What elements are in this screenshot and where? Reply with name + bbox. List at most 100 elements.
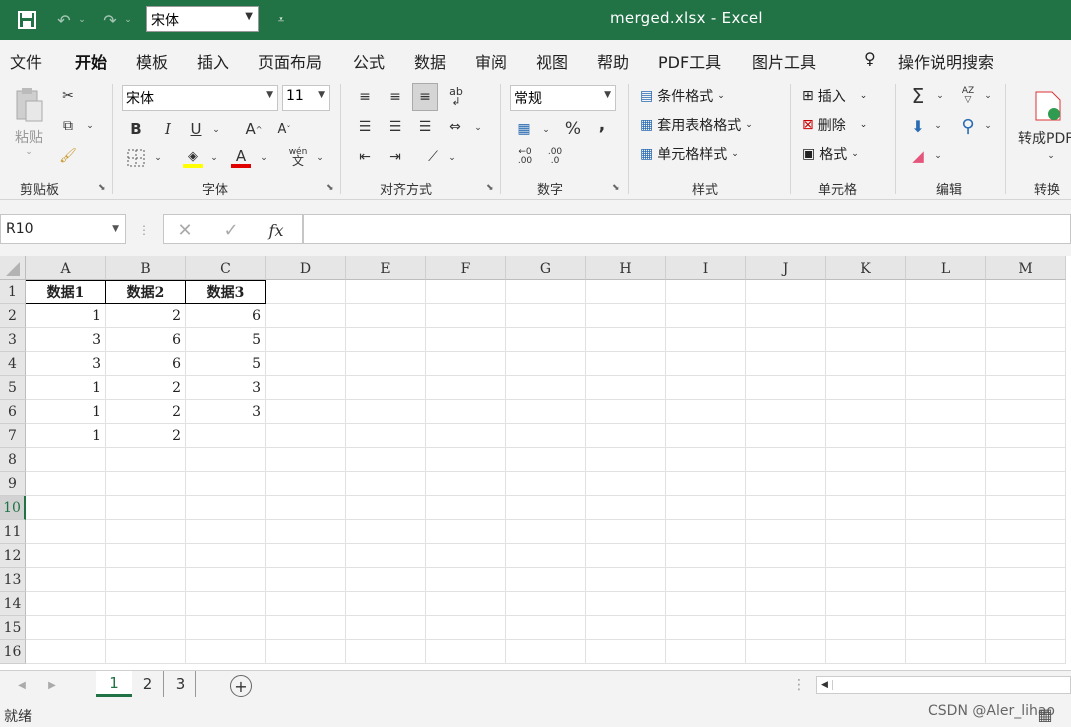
phonetic-dropdown-icon[interactable]: ⌄ [314, 150, 326, 166]
cell-e12[interactable] [346, 544, 426, 568]
cell-d7[interactable] [266, 424, 346, 448]
cell-c2[interactable]: 6 [186, 304, 266, 328]
cell-j15[interactable] [746, 616, 826, 640]
cell-l13[interactable] [906, 568, 986, 592]
column-header-e[interactable]: E [346, 256, 426, 280]
cell-a6[interactable]: 1 [26, 400, 106, 424]
column-header-m[interactable]: M [986, 256, 1066, 280]
cell-l15[interactable] [906, 616, 986, 640]
cell-e15[interactable] [346, 616, 426, 640]
cell-j12[interactable] [746, 544, 826, 568]
row-header-12[interactable]: 12 [0, 544, 26, 568]
cell-j1[interactable] [746, 280, 826, 304]
clear-icon[interactable]: ◢ [906, 144, 930, 168]
cell-f11[interactable] [426, 520, 506, 544]
cell-m10[interactable] [986, 496, 1066, 520]
underline-button[interactable]: U [186, 118, 206, 140]
cell-l6[interactable] [906, 400, 986, 424]
alignment-launcher-icon[interactable]: ⬊ [486, 183, 494, 193]
cell-k13[interactable] [826, 568, 906, 592]
cell-c3[interactable]: 5 [186, 328, 266, 352]
comma-style-button[interactable]: , [594, 114, 610, 136]
cell-c10[interactable] [186, 496, 266, 520]
cell-m12[interactable] [986, 544, 1066, 568]
cell-j5[interactable] [746, 376, 826, 400]
row-header-11[interactable]: 11 [0, 520, 26, 544]
cell-a13[interactable] [26, 568, 106, 592]
autosum-dropdown-icon[interactable]: ⌄ [934, 88, 946, 104]
cell-m5[interactable] [986, 376, 1066, 400]
cell-b3[interactable]: 6 [106, 328, 186, 352]
font-name-select[interactable]: 宋体 ▼ [122, 85, 278, 111]
cell-g16[interactable] [506, 640, 586, 664]
cell-k16[interactable] [826, 640, 906, 664]
column-header-c[interactable]: C [186, 256, 266, 280]
sheet-tab-3[interactable]: 3 [166, 671, 196, 697]
cell-a14[interactable] [26, 592, 106, 616]
cell-d9[interactable] [266, 472, 346, 496]
cell-a11[interactable] [26, 520, 106, 544]
font-color-icon[interactable]: A [230, 146, 252, 170]
menu-home[interactable]: 开始 [75, 49, 108, 81]
cell-e16[interactable] [346, 640, 426, 664]
menu-help[interactable]: 帮助 [597, 49, 629, 73]
row-header-8[interactable]: 8 [0, 448, 26, 472]
align-top-icon[interactable]: ≡ [354, 86, 376, 108]
cell-k6[interactable] [826, 400, 906, 424]
scroll-tabs-right-icon[interactable]: ▶ [44, 677, 60, 693]
cell-h8[interactable] [586, 448, 666, 472]
cell-f12[interactable] [426, 544, 506, 568]
cell-i14[interactable] [666, 592, 746, 616]
row-header-13[interactable]: 13 [0, 568, 26, 592]
cell-k15[interactable] [826, 616, 906, 640]
cell-b10[interactable] [106, 496, 186, 520]
cell-g4[interactable] [506, 352, 586, 376]
align-center-icon[interactable]: ☰ [384, 116, 406, 138]
cell-f15[interactable] [426, 616, 506, 640]
cell-d1[interactable] [266, 280, 346, 304]
cell-k4[interactable] [826, 352, 906, 376]
undo-icon[interactable]: ↶ [52, 8, 76, 32]
select-all-button[interactable] [0, 256, 26, 280]
menu-formulas[interactable]: 公式 [353, 49, 385, 73]
orientation-icon[interactable]: ⟋ [422, 146, 444, 168]
cell-i12[interactable] [666, 544, 746, 568]
accounting-dropdown-icon[interactable]: ⌄ [540, 122, 552, 138]
copy-icon[interactable]: ⧉ [58, 116, 78, 136]
cell-b1[interactable]: 数据2 [106, 280, 186, 304]
cell-k1[interactable] [826, 280, 906, 304]
paste-icon[interactable] [12, 86, 46, 126]
cell-j2[interactable] [746, 304, 826, 328]
cell-b6[interactable]: 2 [106, 400, 186, 424]
cell-i2[interactable] [666, 304, 746, 328]
cell-c14[interactable] [186, 592, 266, 616]
scroll-left-icon[interactable]: ◀ [817, 680, 833, 690]
cell-b5[interactable]: 2 [106, 376, 186, 400]
cell-f8[interactable] [426, 448, 506, 472]
cell-m11[interactable] [986, 520, 1066, 544]
scroll-tabs-left-icon[interactable]: ◀ [14, 677, 30, 693]
cell-c6[interactable]: 3 [186, 400, 266, 424]
grow-font-button[interactable]: A ^ [244, 118, 264, 140]
cell-e14[interactable] [346, 592, 426, 616]
cell-c15[interactable] [186, 616, 266, 640]
cell-g7[interactable] [506, 424, 586, 448]
find-dropdown-icon[interactable]: ⌄ [982, 118, 994, 134]
cell-d14[interactable] [266, 592, 346, 616]
sheet-tab-2[interactable]: 2 [132, 671, 164, 697]
cell-f7[interactable] [426, 424, 506, 448]
cell-g15[interactable] [506, 616, 586, 640]
cell-d5[interactable] [266, 376, 346, 400]
cell-g11[interactable] [506, 520, 586, 544]
cell-j7[interactable] [746, 424, 826, 448]
cell-j6[interactable] [746, 400, 826, 424]
align-left-icon[interactable]: ☰ [354, 116, 376, 138]
format-painter-icon[interactable]: 🖌 [58, 146, 78, 166]
row-header-10[interactable]: 10 [0, 496, 26, 520]
cell-d13[interactable] [266, 568, 346, 592]
cell-g13[interactable] [506, 568, 586, 592]
number-launcher-icon[interactable]: ⬊ [612, 183, 620, 193]
cell-j3[interactable] [746, 328, 826, 352]
cell-e7[interactable] [346, 424, 426, 448]
cell-d11[interactable] [266, 520, 346, 544]
